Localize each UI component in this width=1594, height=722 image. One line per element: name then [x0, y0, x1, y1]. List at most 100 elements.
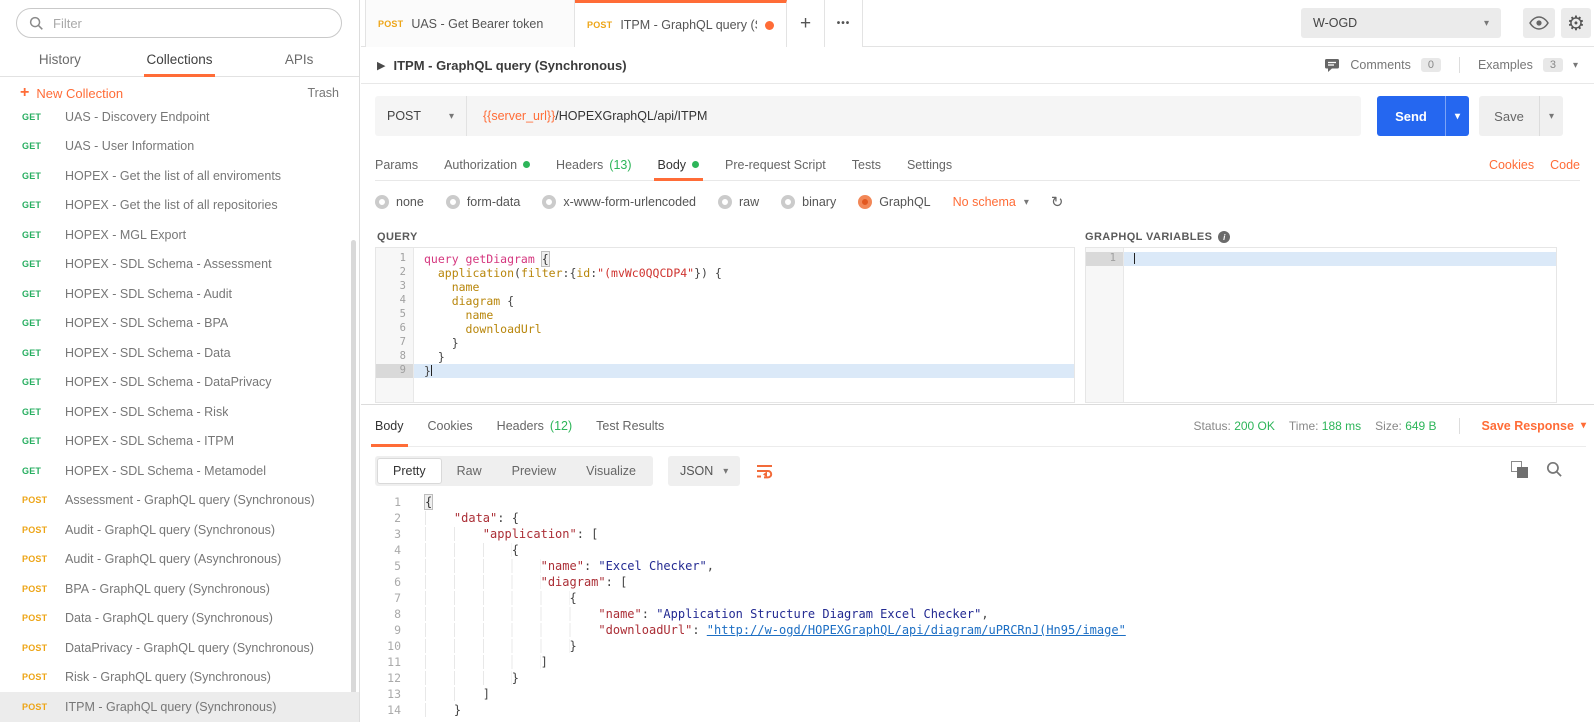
info-icon: i: [1218, 231, 1231, 243]
save-button[interactable]: Save: [1479, 96, 1539, 136]
body-mode-option[interactable]: raw: [718, 195, 759, 209]
send-options-button[interactable]: ▾: [1445, 96, 1469, 136]
open-tab-itpm-active[interactable]: POST ITPM - GraphQL query (Synchr...: [575, 0, 787, 47]
tab-collections[interactable]: Collections: [120, 44, 240, 77]
collection-request-item[interactable]: GET HOPEX - MGL Export: [0, 220, 359, 250]
eye-icon: [1529, 16, 1549, 30]
collection-request-item[interactable]: POST Data - GraphQL query (Synchronous): [0, 604, 359, 634]
tab-params[interactable]: Params: [375, 149, 418, 180]
view-mode-button[interactable]: Pretty: [377, 458, 442, 484]
tab-apis[interactable]: APIs: [239, 44, 359, 76]
collection-request-item[interactable]: POST Audit - GraphQL query (Synchronous): [0, 515, 359, 545]
status-value: 200 OK: [1234, 418, 1275, 433]
method-badge: GET: [22, 406, 42, 417]
body-mode-option[interactable]: form-data: [445, 195, 521, 209]
tab-headers[interactable]: Headers (13): [556, 149, 631, 180]
method-badge: POST: [587, 20, 613, 30]
view-mode-button[interactable]: Raw: [442, 458, 497, 484]
view-mode-button[interactable]: Visualize: [571, 458, 651, 484]
send-button-group: Send ▾: [1377, 96, 1469, 136]
body-mode-option[interactable]: GraphQL: [858, 195, 931, 209]
comments-button[interactable]: Comments: [1350, 58, 1410, 72]
collection-request-item[interactable]: GET HOPEX - SDL Schema - BPA: [0, 309, 359, 339]
request-label: Assessment - GraphQL query (Synchronous): [65, 493, 315, 508]
response-tab-body[interactable]: Body: [371, 405, 407, 447]
environment-select[interactable]: W-OGD ▾: [1301, 8, 1501, 38]
sidebar-tabs: History Collections APIs: [0, 44, 359, 77]
collection-request-item[interactable]: GET HOPEX - SDL Schema - Assessment: [0, 250, 359, 280]
save-options-button[interactable]: ▾: [1539, 96, 1563, 136]
collection-request-item[interactable]: GET HOPEX - SDL Schema - Data: [0, 338, 359, 368]
url-input[interactable]: {{server_url}}/HOPEXGraphQL/api/ITPM: [467, 109, 723, 123]
collection-request-item[interactable]: POST Assessment - GraphQL query (Synchro…: [0, 486, 359, 516]
trash-button[interactable]: Trash: [308, 86, 340, 100]
chevron-down-icon[interactable]: ▾: [1573, 60, 1578, 71]
tab-options-button[interactable]: •••: [825, 0, 863, 47]
response-tab-test-results[interactable]: Test Results: [596, 405, 664, 446]
method-select[interactable]: POST ▾: [375, 96, 467, 136]
graphql-variables-editor[interactable]: 1: [1085, 247, 1557, 403]
response-tools: [1511, 461, 1563, 478]
wrap-lines-button[interactable]: [755, 462, 775, 480]
radio-icon: [542, 195, 557, 209]
collection-request-item[interactable]: POST ITPM - GraphQL query (Synchronous): [0, 692, 359, 722]
body-mode-option[interactable]: x-www-form-urlencoded: [542, 195, 696, 209]
collection-request-item[interactable]: GET HOPEX - Get the list of all reposito…: [0, 191, 359, 221]
search-response-icon[interactable]: [1546, 461, 1563, 478]
collapse-triangle-icon[interactable]: ▶: [377, 59, 385, 72]
save-response-button[interactable]: Save Response ▾: [1482, 419, 1586, 433]
request-label: Audit - GraphQL query (Synchronous): [65, 522, 276, 537]
view-mode-button[interactable]: Preview: [497, 458, 571, 484]
method-badge: POST: [22, 701, 48, 712]
examples-button[interactable]: Examples: [1478, 58, 1533, 72]
graphql-query-editor[interactable]: 123456789 query getDiagram { application…: [375, 247, 1075, 403]
new-tab-button[interactable]: +: [787, 0, 825, 47]
body-mode-label: none: [396, 195, 424, 209]
tab-settings[interactable]: Settings: [907, 149, 952, 180]
collection-request-item[interactable]: GET HOPEX - Get the list of all envirome…: [0, 161, 359, 191]
tab-prerequest-script[interactable]: Pre-request Script: [725, 149, 826, 180]
request-label: HOPEX - SDL Schema - Assessment: [65, 257, 272, 272]
collection-request-item[interactable]: POST BPA - GraphQL query (Synchronous): [0, 574, 359, 604]
collection-request-item[interactable]: GET UAS - User Information: [0, 132, 359, 162]
collection-request-item[interactable]: GET HOPEX - SDL Schema - Audit: [0, 279, 359, 309]
body-mode-label: form-data: [466, 195, 521, 209]
open-tab-uas[interactable]: POST UAS - Get Bearer token: [365, 0, 575, 47]
environment-preview-button[interactable]: [1523, 8, 1555, 38]
response-tab-headers[interactable]: Headers (12): [497, 405, 572, 446]
tab-tests[interactable]: Tests: [852, 149, 881, 180]
filter-input[interactable]: [53, 15, 329, 31]
refresh-schema-icon[interactable]: ↻: [1051, 193, 1064, 211]
tab-authorization[interactable]: Authorization: [444, 149, 531, 180]
line-number-gutter: 123456789: [376, 248, 414, 402]
schema-select[interactable]: No schema ▾: [953, 195, 1029, 209]
request-label: HOPEX - Get the list of all enviroments: [65, 168, 282, 183]
collection-request-item[interactable]: POST Audit - GraphQL query (Asynchronous…: [0, 545, 359, 575]
response-view-switch: Pretty Raw Preview Visualize: [375, 456, 653, 486]
method-badge: GET: [22, 229, 42, 240]
body-mode-option[interactable]: none: [375, 195, 424, 209]
request-tabstrip: POST UAS - Get Bearer token POST ITPM - …: [361, 0, 1594, 47]
copy-icon[interactable]: [1511, 461, 1528, 478]
response-tab-cookies[interactable]: Cookies: [428, 405, 473, 446]
new-collection-button[interactable]: + New Collection: [20, 84, 123, 102]
collection-request-item[interactable]: GET HOPEX - SDL Schema - ITPM: [0, 427, 359, 457]
tab-history[interactable]: History: [0, 44, 120, 76]
format-select[interactable]: JSON ▾: [667, 456, 741, 486]
collection-request-item[interactable]: POST Risk - GraphQL query (Synchronous): [0, 663, 359, 693]
code-link[interactable]: Code: [1550, 158, 1580, 172]
send-button[interactable]: Send: [1377, 96, 1445, 136]
line-number-gutter: 1 2 3 4 5 6 7 8 9 10 11 12 13 14: [375, 492, 411, 722]
collection-request-item[interactable]: GET HOPEX - SDL Schema - Risk: [0, 397, 359, 427]
settings-button[interactable]: ⚙: [1561, 8, 1591, 38]
radio-icon: [858, 195, 873, 209]
collection-request-item[interactable]: GET HOPEX - SDL Schema - DataPrivacy: [0, 368, 359, 398]
tab-body[interactable]: Body: [653, 149, 703, 181]
response-body-viewer[interactable]: 1 2 3 4 5 6 7 8 9 10 11 12 13 14 { "data": { "applica…: [375, 492, 1594, 722]
variables-panel-label: GRAPHQL VARIABLES i: [1085, 231, 1231, 243]
collection-request-item[interactable]: GET HOPEX - SDL Schema - Metamodel: [0, 456, 359, 486]
collection-request-item[interactable]: POST DataPrivacy - GraphQL query (Synchr…: [0, 633, 359, 663]
body-mode-option[interactable]: binary: [781, 195, 836, 209]
cookies-link[interactable]: Cookies: [1489, 158, 1534, 172]
body-mode-label: x-www-form-urlencoded: [563, 195, 696, 209]
